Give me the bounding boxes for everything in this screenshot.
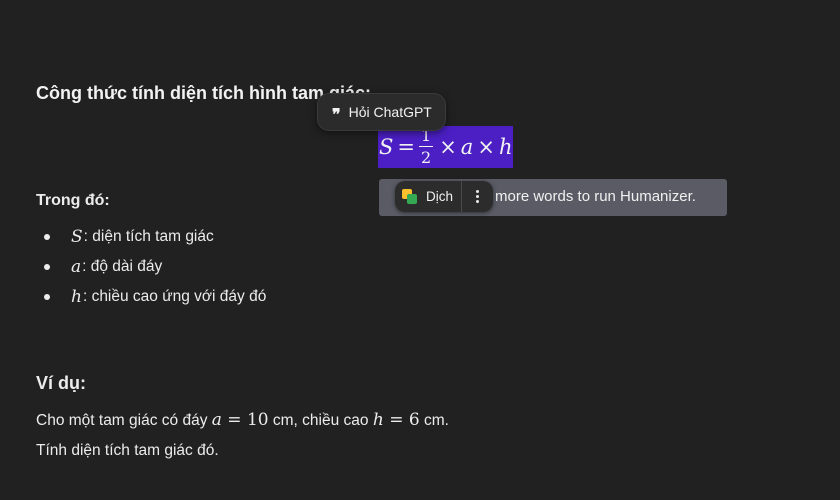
fraction-denominator: 2 [421,148,432,168]
def-text: : độ dài đáy [82,258,163,275]
more-vertical-icon[interactable] [462,181,492,212]
def-text: : chiều cao ứng với đáy đó [82,288,267,305]
selected-formula-rest: × a × h [434,126,514,168]
list-item: a: độ dài đáy [44,252,266,282]
translate-label: Dịch [426,189,454,204]
formula-s: S [379,135,394,159]
def-text: : diện tích tam giác [83,228,214,245]
example-heading: Ví dụ: [36,373,86,393]
ask-chatgpt-button[interactable]: ❞ Hỏi ChatGPT [317,93,446,131]
translate-button[interactable]: Dịch [395,181,461,212]
definition-list: S: diện tích tam giác a: độ dài đáy h: c… [44,222,266,312]
def-var: S [71,227,83,247]
example-line-1: Cho một tam giác có đáy a = 10 cm, chiều… [36,410,449,430]
quote-icon: ❞ [332,104,341,124]
example-equals: = [221,410,247,430]
list-item: S: diện tích tam giác [44,222,266,252]
example-text: cm, chiều cao [268,412,373,429]
def-var: a [71,257,82,277]
example-text: Cho một tam giác có đáy [36,412,212,429]
area-formula: S = 1 2 × a × h [378,126,514,168]
selected-formula: S = 1 2 [378,126,435,168]
formula-times-1: × [439,135,457,159]
formula-h: h [498,135,513,159]
example-equals: = [383,410,409,430]
list-item: h: chiều cao ứng với đáy đó [44,282,266,312]
ask-chatgpt-label: Hỏi ChatGPT [348,104,432,120]
where-heading: Trong đó: [36,192,110,209]
formula-times-2: × [477,135,495,159]
example-h-var: h [372,410,384,430]
example-a-var: a [211,410,222,430]
example-a-value: 10 [246,410,269,430]
example-text: cm. [419,412,449,429]
example-line-2: Tính diện tích tam giác đó. [36,442,219,459]
google-translate-icon [402,189,417,204]
translate-toolbar: Dịch [395,181,493,212]
formula-fraction: 1 2 [419,127,434,168]
formula-a: a [460,135,474,159]
def-var: h [71,287,82,307]
humanizer-text: more words to run Humanizer. [495,188,696,205]
formula-equals: = [397,135,415,159]
example-h-value: 6 [408,410,420,430]
